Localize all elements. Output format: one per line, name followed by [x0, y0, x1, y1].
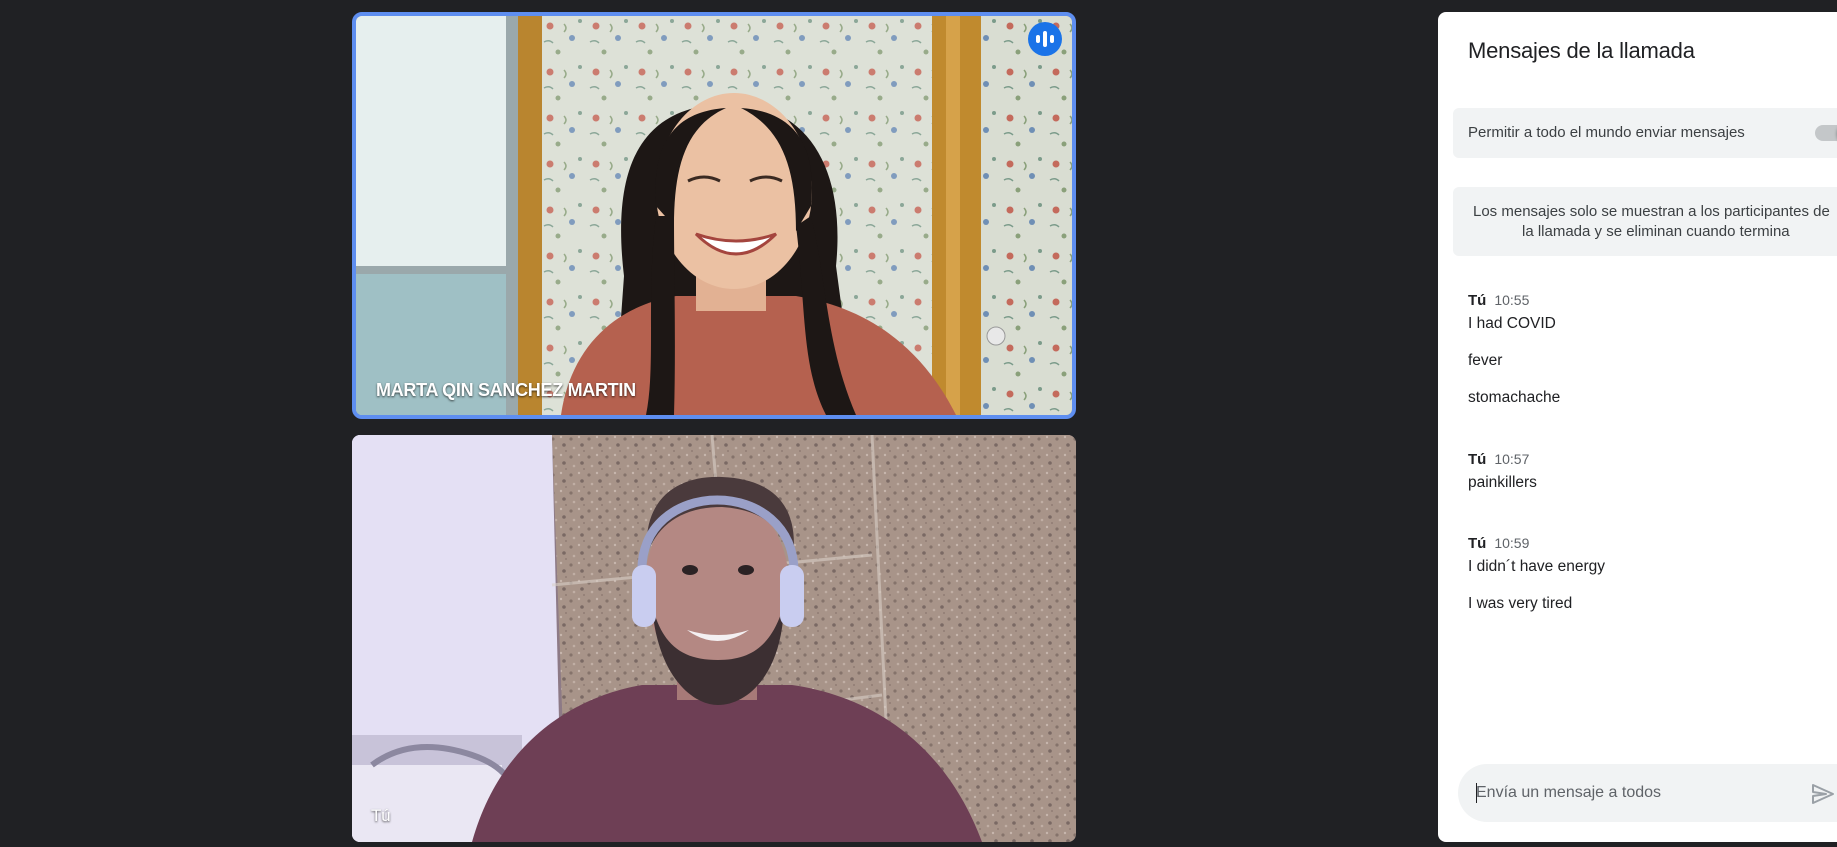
message-text: I was very tired: [1468, 595, 1573, 612]
participant-name-label: MARTA QIN SANCHEZ MARTIN: [376, 380, 636, 400]
message-composer: [1458, 764, 1837, 822]
message-header: Tú 10:55: [1468, 290, 1560, 310]
self-video-tile[interactable]: Tú: [352, 435, 1076, 842]
audio-level-icon: [1028, 22, 1062, 56]
allow-messages-toggle[interactable]: [1815, 125, 1837, 141]
chat-info-notice: Los mensajes solo se muestran a los part…: [1453, 187, 1837, 256]
message-sender: Tú: [1468, 292, 1487, 309]
message-text: I didn´t have energy: [1468, 558, 1606, 575]
participant-video-tile[interactable]: MARTA QIN SANCHEZ MARTIN: [352, 12, 1076, 419]
chat-panel: Mensajes de la llamada Permitir a todo e…: [1438, 12, 1837, 842]
allow-messages-label: Permitir a todo el mundo enviar mensajes: [1468, 124, 1745, 141]
self-video-feed: [352, 435, 1076, 842]
message-group: Tú 10:55 I had COVID fever stomachache: [1468, 290, 1560, 408]
chat-info-line-2: la llamada y se eliminan cuando termina: [1522, 223, 1790, 240]
message-group: Tú 10:57 painkillers: [1468, 449, 1537, 493]
self-name-label: Tú: [371, 806, 391, 825]
message-sender: Tú: [1468, 451, 1487, 468]
message-time: 10:57: [1494, 451, 1530, 467]
message-text: stomachache: [1468, 389, 1561, 406]
message-group: Tú 10:59 I didn´t have energy I was very …: [1468, 533, 1605, 614]
message-text: fever: [1468, 352, 1503, 369]
message-sender: Tú: [1468, 535, 1487, 552]
message-text: painkillers: [1468, 474, 1537, 491]
message-input[interactable]: [1476, 778, 1796, 808]
message-header: Tú 10:59: [1468, 533, 1605, 553]
allow-messages-row: Permitir a todo el mundo enviar mensajes: [1453, 108, 1837, 158]
message-time: 10:55: [1494, 292, 1530, 308]
chat-panel-title: Mensajes de la llamada: [1468, 38, 1695, 63]
message-time: 10:59: [1494, 535, 1530, 551]
message-header: Tú 10:57: [1468, 449, 1537, 469]
chat-info-line-1: Los mensajes solo se muestran a los part…: [1473, 203, 1830, 220]
message-text: I had COVID: [1468, 315, 1556, 332]
send-icon[interactable]: [1810, 782, 1836, 806]
participant-video-feed: [356, 16, 1072, 415]
